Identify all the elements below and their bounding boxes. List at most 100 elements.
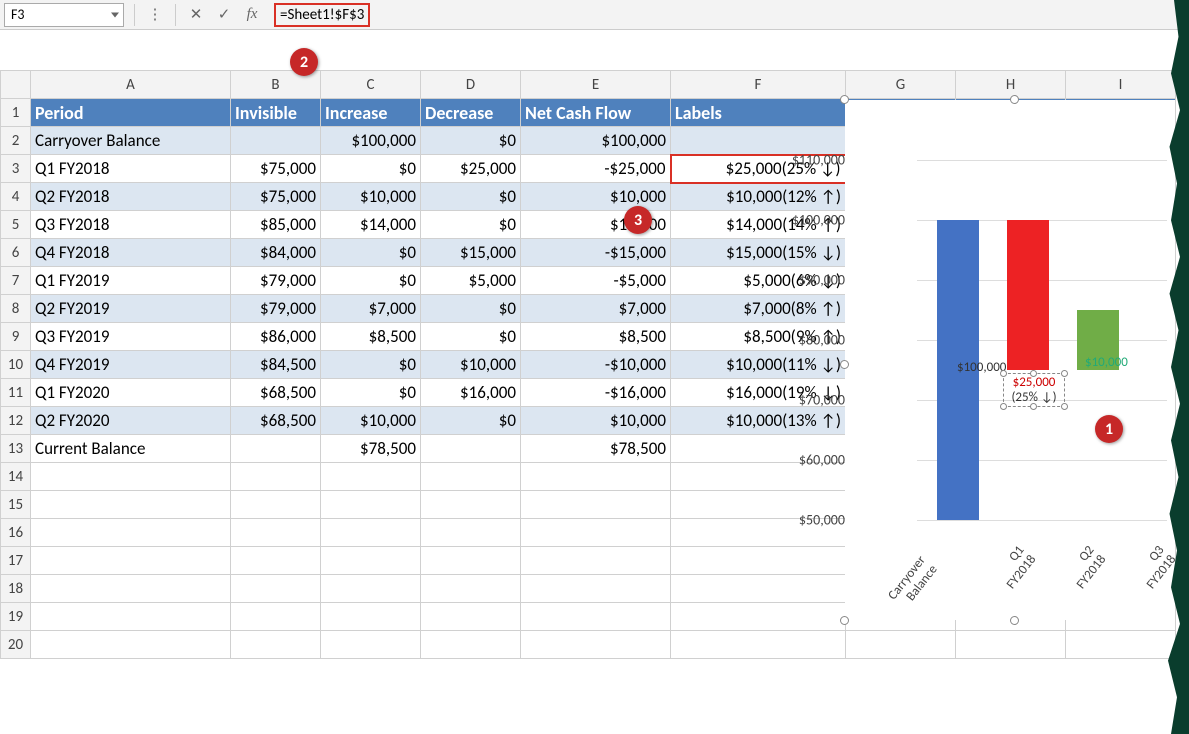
row-header[interactable]: 10 bbox=[1, 351, 31, 379]
cell[interactable] bbox=[231, 547, 321, 575]
col-header-C[interactable]: C bbox=[321, 71, 421, 99]
cell[interactable]: $10,000(12% ↑) bbox=[671, 183, 846, 211]
cell[interactable]: $10,000 bbox=[321, 407, 421, 435]
enter-formula-icon[interactable]: ✓ bbox=[210, 5, 238, 24]
cell[interactable]: $0 bbox=[321, 351, 421, 379]
row-header[interactable]: 17 bbox=[1, 547, 31, 575]
selection-handle[interactable] bbox=[1061, 370, 1068, 377]
cell[interactable]: $85,000 bbox=[231, 211, 321, 239]
selection-handle[interactable] bbox=[1030, 370, 1037, 377]
selection-handle[interactable] bbox=[1061, 403, 1068, 410]
cell[interactable]: Q2 FY2019 bbox=[31, 295, 231, 323]
cell[interactable]: $68,500 bbox=[231, 407, 321, 435]
cell[interactable]: $10,000(11% ↓) bbox=[671, 351, 846, 379]
cell[interactable] bbox=[231, 575, 321, 603]
cell[interactable] bbox=[521, 519, 671, 547]
cell[interactable] bbox=[521, 547, 671, 575]
cell[interactable]: Carryover Balance bbox=[31, 127, 231, 155]
cell[interactable] bbox=[231, 491, 321, 519]
cell[interactable] bbox=[421, 603, 521, 631]
cell[interactable]: $25,000 bbox=[421, 155, 521, 183]
col-header-H[interactable]: H bbox=[956, 71, 1066, 99]
cell[interactable]: -$5,000 bbox=[521, 267, 671, 295]
cell[interactable]: Q3 FY2019 bbox=[31, 323, 231, 351]
row-header[interactable]: 1 bbox=[1, 99, 31, 127]
cell[interactable] bbox=[231, 463, 321, 491]
cell[interactable] bbox=[671, 127, 846, 155]
cell[interactable] bbox=[31, 603, 231, 631]
row-header[interactable]: 4 bbox=[1, 183, 31, 211]
waterfall-chart[interactable]: $110,000 $100,000 $90,000 $80,000 $70,00… bbox=[845, 100, 1175, 620]
cell[interactable] bbox=[321, 547, 421, 575]
cell[interactable] bbox=[521, 603, 671, 631]
cell[interactable] bbox=[421, 491, 521, 519]
cell[interactable]: -$15,000 bbox=[521, 239, 671, 267]
cell[interactable]: $86,000 bbox=[231, 323, 321, 351]
cell[interactable] bbox=[956, 631, 1066, 659]
cell[interactable] bbox=[671, 603, 846, 631]
col-header-I[interactable]: I bbox=[1066, 71, 1176, 99]
col-header-E[interactable]: E bbox=[521, 71, 671, 99]
cell[interactable] bbox=[231, 603, 321, 631]
row-header[interactable]: 3 bbox=[1, 155, 31, 183]
cancel-formula-icon[interactable]: ✕ bbox=[182, 5, 210, 24]
cell[interactable]: $100,000 bbox=[321, 127, 421, 155]
cell[interactable] bbox=[31, 631, 231, 659]
cell[interactable]: Q4 FY2019 bbox=[31, 351, 231, 379]
chart-selection-handle[interactable] bbox=[840, 616, 849, 625]
cell[interactable]: $15,000 bbox=[421, 239, 521, 267]
cell[interactable]: Net Cash Flow bbox=[521, 99, 671, 127]
col-header-A[interactable]: A bbox=[31, 71, 231, 99]
bar-q1-decrease[interactable] bbox=[1007, 220, 1049, 370]
row-header[interactable]: 6 bbox=[1, 239, 31, 267]
cell[interactable] bbox=[321, 491, 421, 519]
cell[interactable]: -$16,000 bbox=[521, 379, 671, 407]
cell[interactable] bbox=[521, 491, 671, 519]
cell[interactable] bbox=[231, 519, 321, 547]
cell[interactable]: $79,000 bbox=[231, 267, 321, 295]
cell[interactable]: Q4 FY2018 bbox=[31, 239, 231, 267]
cell[interactable] bbox=[846, 631, 956, 659]
cell[interactable] bbox=[321, 575, 421, 603]
row-header[interactable]: 11 bbox=[1, 379, 31, 407]
cell[interactable] bbox=[231, 631, 321, 659]
cell[interactable]: $0 bbox=[321, 155, 421, 183]
cell[interactable] bbox=[31, 491, 231, 519]
cell[interactable] bbox=[421, 519, 521, 547]
cell[interactable]: $10,000 bbox=[521, 407, 671, 435]
cell[interactable]: $84,000 bbox=[231, 239, 321, 267]
col-header-G[interactable]: G bbox=[846, 71, 956, 99]
row-header[interactable]: 14 bbox=[1, 463, 31, 491]
row-header[interactable]: 7 bbox=[1, 267, 31, 295]
name-box[interactable]: F3 bbox=[4, 3, 124, 27]
cell[interactable]: -$10,000 bbox=[521, 351, 671, 379]
cell[interactable]: $0 bbox=[421, 183, 521, 211]
cell[interactable]: $75,000 bbox=[231, 183, 321, 211]
chevron-down-icon[interactable] bbox=[111, 12, 119, 17]
cell[interactable] bbox=[421, 547, 521, 575]
selection-handle[interactable] bbox=[1030, 403, 1037, 410]
cell[interactable]: Q1 FY2020 bbox=[31, 379, 231, 407]
cell[interactable]: $79,000 bbox=[231, 295, 321, 323]
cell[interactable]: $10,000 bbox=[321, 183, 421, 211]
cell[interactable] bbox=[671, 547, 846, 575]
cell[interactable]: $10,000 bbox=[521, 183, 671, 211]
cell[interactable] bbox=[321, 603, 421, 631]
cell[interactable]: $7,000 bbox=[521, 295, 671, 323]
cell[interactable]: $0 bbox=[421, 295, 521, 323]
chart-selection-handle[interactable] bbox=[1010, 95, 1019, 104]
cell[interactable]: $0 bbox=[421, 127, 521, 155]
cell[interactable]: $78,500 bbox=[321, 435, 421, 463]
cell[interactable]: Q2 FY2020 bbox=[31, 407, 231, 435]
row-header[interactable]: 18 bbox=[1, 575, 31, 603]
cell[interactable] bbox=[31, 463, 231, 491]
cell[interactable] bbox=[521, 631, 671, 659]
row-header[interactable]: 5 bbox=[1, 211, 31, 239]
chart-selection-handle[interactable] bbox=[1010, 616, 1019, 625]
row-header[interactable]: 16 bbox=[1, 519, 31, 547]
cell[interactable]: $5,000 bbox=[421, 267, 521, 295]
cell[interactable] bbox=[1066, 631, 1176, 659]
data-label-selected[interactable]: $25,000 (25% ↓) bbox=[1003, 373, 1065, 407]
cell[interactable] bbox=[31, 519, 231, 547]
cell[interactable]: $10,000(13% ↑) bbox=[671, 407, 846, 435]
